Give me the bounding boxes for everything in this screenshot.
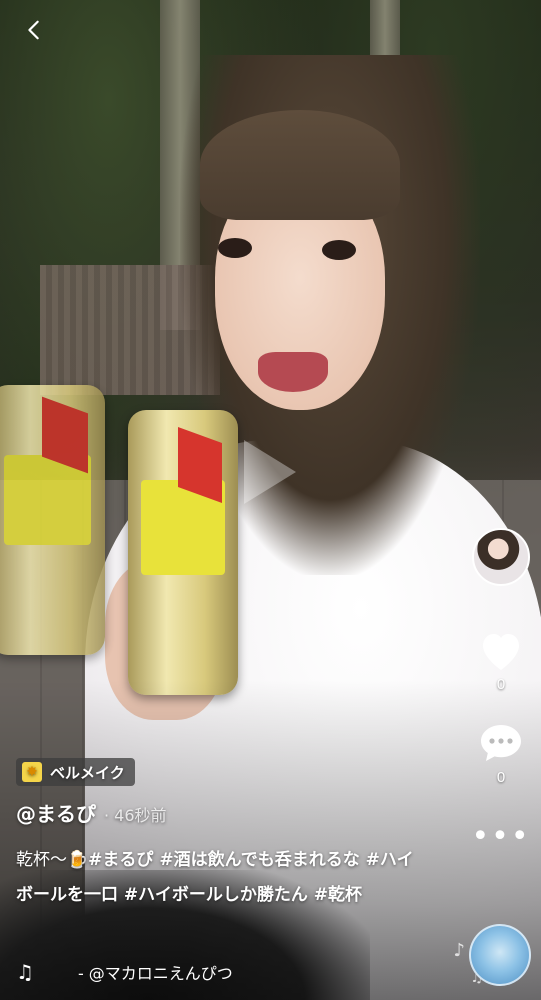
drink-can [0,385,105,655]
username-link[interactable]: @まるぴ [16,798,96,827]
beer-emoji-icon: 🍺 [67,850,89,870]
effect-label: ベルメイク [50,764,125,782]
eye [322,240,356,260]
post-time: · 46秒前 [104,806,167,825]
like-count: 0 [496,676,506,693]
post-info: ✸ ベルメイク @まるぴ · 46秒前 乾杯〜🍺#まるぴ #酒は飲んでも呑まれる… [16,758,436,913]
drink-can [128,410,238,695]
sparkle-icon: ✸ [22,762,42,782]
music-note-icon: ♪ [453,940,466,961]
hashtag-link[interactable]: #まるぴ [88,850,153,870]
hashtag-link[interactable]: #酒は飲んでも呑まれるな [159,850,359,870]
hashtag-link[interactable]: #乾杯 [314,885,362,905]
song-title[interactable]: - @マカロニえんぴつ [78,960,233,984]
caption: 乾杯〜🍺#まるぴ #酒は飲んでも呑まれるな #ハイボールを一口 #ハイボールしか… [16,843,426,913]
heart-icon [483,634,519,670]
action-rail: 0 0 ••• [471,528,531,852]
music-row[interactable]: ♫ - @マカロニえんぴつ [16,960,233,984]
effect-tag-button[interactable]: ✸ ベルメイク [16,758,135,786]
comment-bubble-icon [481,725,521,761]
eye [218,238,252,258]
music-disc-button[interactable] [469,924,531,986]
creator-avatar[interactable] [472,528,530,586]
user-row: @まるぴ · 46秒前 [16,798,436,827]
play-icon[interactable] [244,440,296,504]
comment-count: 0 [496,769,506,786]
more-dots-icon[interactable]: ••• [471,822,530,852]
caption-text: 乾杯〜 [16,850,67,870]
hashtag-link[interactable]: #ハイボールしか勝たん [124,885,308,905]
music-note-icon: ♫ [16,960,34,984]
mouth [258,352,328,392]
comment-button[interactable]: 0 [477,721,525,786]
like-button[interactable]: 0 [477,628,525,693]
back-button[interactable] [16,12,52,48]
bangs [200,110,400,220]
chevron-left-icon [28,20,39,40]
